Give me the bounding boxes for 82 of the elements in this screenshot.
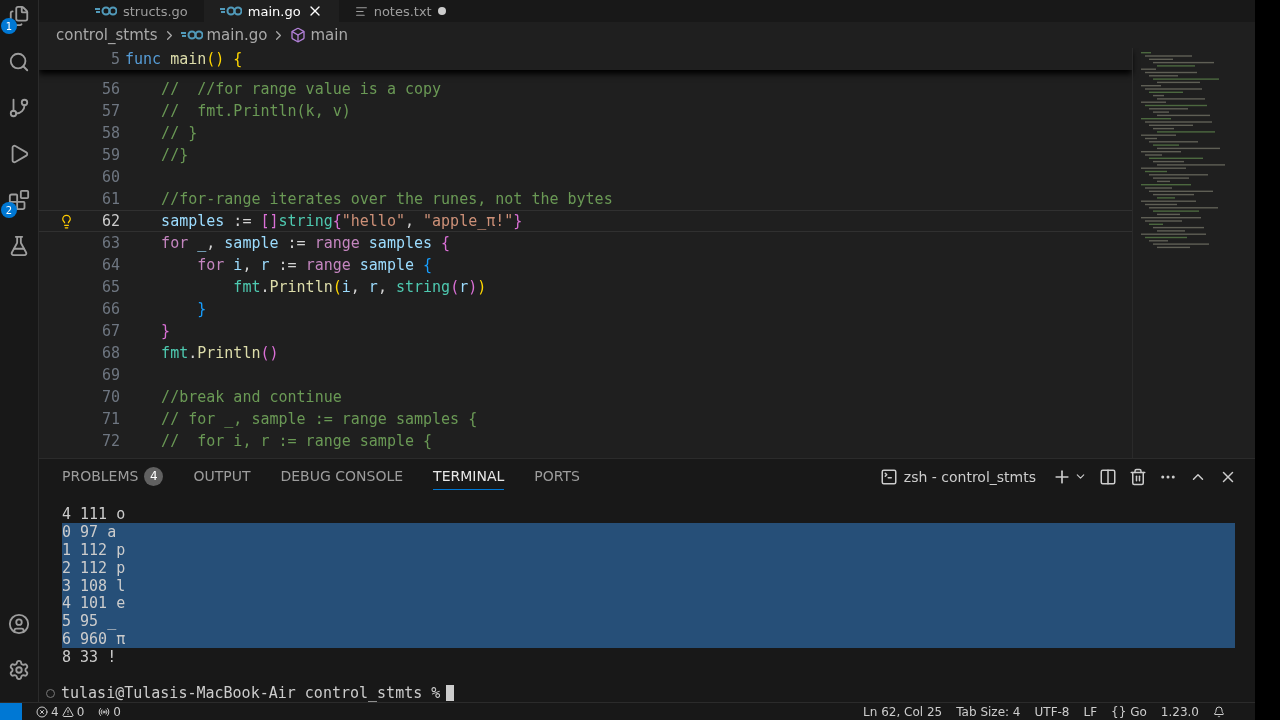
line-number: 59 — [101, 146, 120, 164]
ports-icon — [98, 705, 111, 718]
tab-label: main.go — [247, 3, 301, 19]
code-line: samples := []string{"hello", "apple_π!"} — [160, 212, 523, 230]
go-file-icon — [95, 6, 117, 16]
breadcrumb-item[interactable]: main.go — [206, 26, 268, 44]
go-file-icon — [219, 6, 242, 16]
line-number: 61 — [101, 190, 120, 208]
panel-tab[interactable]: TERMINAL — [433, 463, 505, 491]
code-line: //} — [160, 146, 189, 164]
breadcrumb-item[interactable]: control_stmts — [56, 26, 158, 44]
code-line: // for i, r := range sample { — [160, 432, 433, 450]
panel-tab[interactable]: PROBLEMS 4 — [62, 463, 164, 491]
notification-badge: 1 — [1, 18, 17, 34]
notification-badge: 2 — [1, 202, 17, 218]
code-line: // fmt.Println(k, v) — [160, 102, 351, 120]
code-line: //break and continue — [160, 388, 342, 406]
bell-icon[interactable] — [1213, 705, 1225, 718]
line-number: 72 — [101, 432, 120, 450]
lightbulb-icon[interactable] — [59, 214, 74, 229]
line-number: 70 — [101, 388, 120, 406]
tab-label: notes.txt — [373, 3, 432, 19]
panel-tab[interactable]: DEBUG CONSOLE — [280, 463, 404, 491]
terminal-prompt: tulasi@Tulasis-MacBook-Air control_stmts % — [61, 684, 441, 702]
code-line: // //for range value is a copy — [160, 80, 442, 98]
code-line: } — [160, 322, 171, 340]
status-item[interactable]: Ln 62, Col 25 — [863, 704, 943, 719]
panel-tab[interactable]: OUTPUT — [193, 463, 251, 491]
status-item[interactable]: 1.23.0 — [1160, 704, 1199, 719]
status-item[interactable]: UTF-8 — [1034, 704, 1070, 719]
split-icon[interactable] — [1099, 468, 1117, 486]
line-number: 68 — [101, 344, 120, 362]
code-line: fmt.Println() — [160, 344, 279, 362]
terminal-cursor — [446, 685, 455, 701]
account-icon[interactable] — [7, 612, 31, 636]
code-line: } — [196, 300, 207, 318]
text-file-icon — [354, 4, 368, 18]
line-number: 62 — [101, 212, 120, 230]
code-line: fmt.Println(i, r, string(r)) — [232, 278, 487, 296]
ports-count[interactable]: 0 — [113, 704, 121, 719]
warning-count[interactable]: 0 — [76, 704, 85, 719]
error-icon — [36, 705, 48, 718]
terminal-icon — [879, 468, 898, 486]
line-number: 71 — [101, 410, 120, 428]
line-number: 69 — [101, 366, 120, 384]
code-line: for _, sample := range samples { — [160, 234, 451, 252]
cube-icon — [290, 27, 307, 43]
line-number: 64 — [101, 256, 120, 274]
status-item[interactable]: Tab Size: 4 — [956, 704, 1021, 719]
code-line: for i, r := range sample { — [196, 256, 433, 274]
source-control-icon[interactable] — [7, 96, 31, 120]
warning-icon — [61, 705, 74, 718]
code-line: // } — [160, 124, 198, 142]
explorer-icon[interactable] — [7, 4, 31, 28]
error-count[interactable]: 4 — [51, 704, 59, 719]
extensions-icon[interactable] — [7, 188, 31, 212]
line-number: 65 — [101, 278, 120, 296]
code-line: //for-range iterates over the runes, not the bytes — [160, 190, 613, 208]
trash-icon[interactable] — [1129, 468, 1147, 486]
code-line: // for _, sample := range samples { — [160, 410, 478, 428]
tab-label: structs.go — [123, 3, 188, 19]
line-number: 67 — [101, 322, 120, 340]
line-number: 57 — [101, 102, 120, 120]
line-number: 60 — [101, 168, 120, 186]
line-number: 66 — [101, 300, 120, 318]
status-item[interactable]: {} Go — [1111, 704, 1147, 719]
editor-tab[interactable]: main.go — [203, 0, 339, 22]
terminal-name[interactable]: zsh - control_stmts — [903, 469, 1036, 485]
terminal-line: 4 111 o — [62, 505, 127, 523]
code-line: func main() { — [125, 50, 243, 68]
terminal-line: 8 33 ! — [62, 648, 118, 666]
count-badge: 4 — [144, 467, 164, 486]
status-item[interactable]: LF — [1083, 704, 1098, 719]
line-number: 63 — [101, 234, 120, 252]
line-number: 56 — [101, 80, 120, 98]
panel-tab[interactable]: PORTS — [534, 463, 580, 491]
line-number: 58 — [101, 124, 120, 142]
line-number: 5 — [110, 50, 120, 68]
settings-icon[interactable] — [7, 658, 31, 682]
breadcrumb-item[interactable]: main — [310, 26, 348, 44]
search-icon[interactable] — [7, 50, 31, 74]
go-file-icon — [180, 30, 203, 40]
